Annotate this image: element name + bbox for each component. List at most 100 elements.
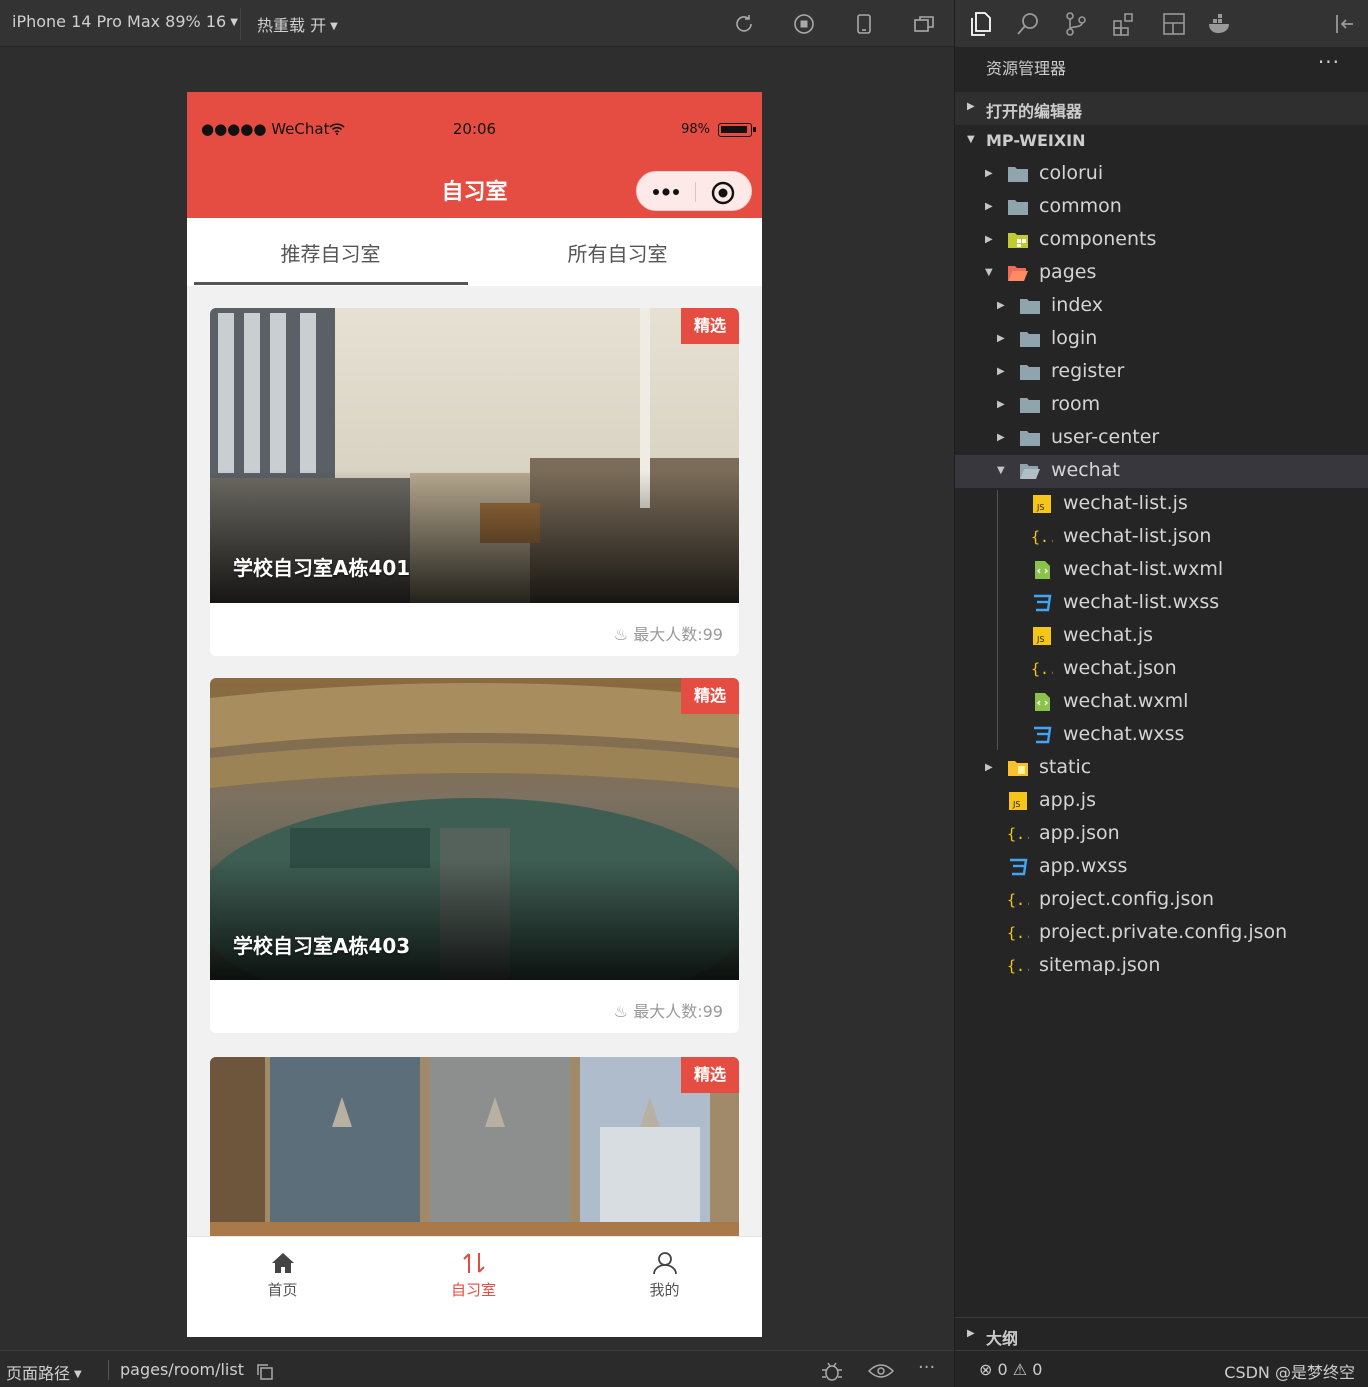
tree-item-label: project.config.json <box>1039 888 1215 910</box>
stop-icon[interactable] <box>792 12 816 36</box>
tree-item-user-center[interactable]: ▶ user-center <box>955 422 1368 455</box>
problems-indicator[interactable]: ⊗ 0 ⚠ 0 <box>979 1360 1042 1379</box>
tree-item-label: common <box>1039 195 1122 217</box>
tree-item-label: wechat.json <box>1063 657 1177 679</box>
tree-item-wechat-js[interactable]: JS wechat.js <box>955 620 1368 653</box>
folder-icon <box>1007 197 1029 217</box>
battery-percent: 98% <box>681 122 710 137</box>
chevron-right-icon[interactable]: ▶ <box>985 762 993 773</box>
tree-item-project-config-json[interactable]: {..} project.config.json <box>955 884 1368 917</box>
tabbar-study-room[interactable]: 自习室 <box>378 1251 569 1300</box>
room-card[interactable]: 精选 学校自习室A栋403 ♨ 最大人数:99 <box>210 678 739 1033</box>
tree-item-wechat-list-wxml[interactable]: wechat-list.wxml <box>955 554 1368 587</box>
files-icon[interactable] <box>967 11 993 37</box>
room-capacity: ♨ 最大人数:99 <box>614 621 723 645</box>
tree-item-wechat-json[interactable]: {..} wechat.json <box>955 653 1368 686</box>
chevron-right-icon[interactable]: ▶ <box>997 300 1005 311</box>
chevron-right-icon[interactable]: ▶ <box>985 168 993 179</box>
tab-all-rooms[interactable]: 所有自习室 <box>474 238 761 267</box>
json-file-icon: {..} <box>1007 956 1043 976</box>
detach-window-icon[interactable] <box>912 12 936 36</box>
tree-item-label: pages <box>1039 261 1097 283</box>
layout-icon[interactable] <box>1161 11 1187 37</box>
tree-item-register[interactable]: ▶ register <box>955 356 1368 389</box>
tree-item-app-json[interactable]: {..} app.json <box>955 818 1368 851</box>
tree-item-label: wechat-list.wxss <box>1063 591 1220 613</box>
error-count: 0 <box>997 1360 1008 1379</box>
tree-item-app-js[interactable]: JS app.js <box>955 785 1368 818</box>
warning-icon: ⚠ <box>1012 1360 1028 1379</box>
hot-reload-toggle[interactable]: 热重载 开 ▼ <box>257 12 338 36</box>
chevron-down-icon[interactable]: ▼ <box>985 267 993 278</box>
explorer-panel: 资源管理器 ··· ▶ 打开的编辑器 ▼ MP-WEIXIN ▶ colorui ▶… <box>954 0 1368 1387</box>
tree-item-sitemap-json[interactable]: {..} sitemap.json <box>955 950 1368 983</box>
tabbar-mine[interactable]: 我的 <box>569 1251 760 1300</box>
chevron-right-icon[interactable]: ▶ <box>985 201 993 212</box>
tree-item-wechat-list-wxss[interactable]: wechat-list.wxss <box>955 587 1368 620</box>
tree-item-index[interactable]: ▶ index <box>955 290 1368 323</box>
close-target-icon[interactable] <box>711 181 735 205</box>
tree-item-project-private-config-json[interactable]: {..} project.private.config.json <box>955 917 1368 950</box>
tree-item-common[interactable]: ▶ common <box>955 191 1368 224</box>
extensions-icon[interactable] <box>1111 11 1137 37</box>
tree-item-pages[interactable]: ▼ pages <box>955 257 1368 290</box>
tree-item-label: register <box>1051 360 1125 382</box>
tree-item-wechat-list-json[interactable]: {..} wechat-list.json <box>955 521 1368 554</box>
more-actions-icon[interactable]: ··· <box>1318 50 1340 74</box>
room-card[interactable]: 精选 <box>210 1057 739 1257</box>
tree-item-label: colorui <box>1039 162 1104 184</box>
docker-icon[interactable] <box>1207 11 1233 37</box>
chevron-right-icon[interactable]: ▶ <box>997 333 1005 344</box>
collapse-panel-icon[interactable] <box>1333 11 1359 37</box>
source-control-icon[interactable] <box>1063 11 1089 37</box>
wxml-file-icon <box>1031 560 1053 580</box>
phone-preview-icon[interactable] <box>852 12 876 36</box>
sort-arrows-icon <box>462 1253 485 1273</box>
json-file-icon: {..} <box>1007 824 1043 844</box>
battery-icon <box>718 123 756 137</box>
chevron-right-icon[interactable]: ▶ <box>997 399 1005 410</box>
outline-section[interactable]: ▶ 大纲 <box>955 1317 1368 1350</box>
search-icon[interactable] <box>1015 11 1041 37</box>
json-file-icon: {..} <box>1007 890 1043 910</box>
chevron-down-icon: ▼ <box>230 17 238 28</box>
chevron-right-icon[interactable]: ▶ <box>985 234 993 245</box>
json-file-icon: {..} <box>1007 923 1043 943</box>
chevron-down-icon[interactable]: ▼ <box>997 465 1005 476</box>
tree-item-label: index <box>1051 294 1103 316</box>
tree-item-label: app.json <box>1039 822 1120 844</box>
project-section[interactable]: ▼ MP-WEIXIN <box>955 125 1368 158</box>
tree-item-room[interactable]: ▶ room <box>955 389 1368 422</box>
tree-item-label: wechat.js <box>1063 624 1154 646</box>
tree-item-static[interactable]: ▶ static <box>955 752 1368 785</box>
more-icon[interactable]: ··· <box>918 1357 935 1378</box>
simulator-status-bar: 页面路径 ▼ pages/room/list ··· <box>0 1350 954 1387</box>
copy-icon[interactable] <box>256 1363 274 1381</box>
tree-item-login[interactable]: ▶ login <box>955 323 1368 356</box>
open-editors-section[interactable]: ▶ 打开的编辑器 <box>955 92 1368 125</box>
room-card[interactable]: 精选 学校自习室A栋401 ♨ 最大人数:99 <box>210 308 739 656</box>
tab-recommended[interactable]: 推荐自习室 <box>187 238 474 267</box>
device-select[interactable]: iPhone 14 Pro Max 89% 16 ▼ <box>12 12 238 31</box>
page-path-selector[interactable]: 页面路径 ▼ <box>6 1360 82 1384</box>
tree-item-wechat-wxml[interactable]: wechat.wxml <box>955 686 1368 719</box>
phone-screen: ●●●●● WeChat 20:06 98% 自习室 推荐自习室 所有自习室 精… <box>187 92 762 1337</box>
more-dots-icon[interactable] <box>650 182 682 202</box>
page-path-value: pages/room/list <box>120 1360 244 1379</box>
tree-item-wechat[interactable]: ▼ wechat <box>955 455 1368 488</box>
components-folder-icon <box>1007 230 1029 250</box>
tabbar-home[interactable]: 首页 <box>187 1251 378 1300</box>
tree-item-app-wxss[interactable]: app.wxss <box>955 851 1368 884</box>
bug-icon[interactable] <box>820 1360 844 1382</box>
chevron-right-icon[interactable]: ▶ <box>997 432 1005 443</box>
tree-item-label: wechat.wxml <box>1063 690 1189 712</box>
tree-item-wechat-list-js[interactable]: JS wechat-list.js <box>955 488 1368 521</box>
tree-item-colorui[interactable]: ▶ colorui <box>955 158 1368 191</box>
chevron-right-icon[interactable]: ▶ <box>997 366 1005 377</box>
refresh-icon[interactable] <box>732 12 756 36</box>
tree-item-wechat-wxss[interactable]: wechat.wxss <box>955 719 1368 752</box>
simulator-toolbar: iPhone 14 Pro Max 89% 16 ▼ 热重载 开 ▼ <box>0 0 954 47</box>
eye-icon[interactable] <box>868 1363 894 1379</box>
tree-item-components[interactable]: ▶ components <box>955 224 1368 257</box>
room-photo <box>210 1057 739 1257</box>
